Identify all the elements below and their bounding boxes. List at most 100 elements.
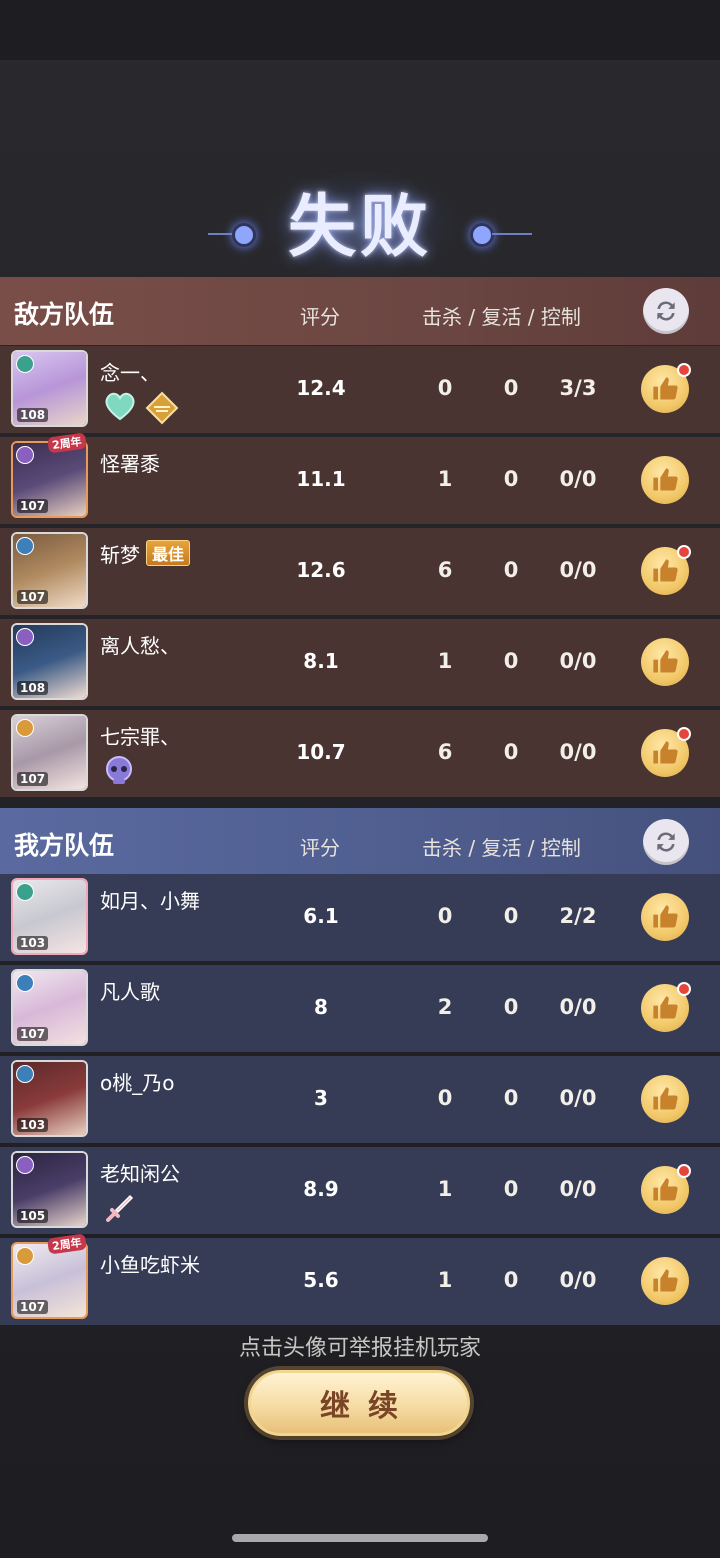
player-level: 107 <box>17 1300 49 1314</box>
enemy-team-label: 敌方队伍 <box>14 300 115 329</box>
ally-player-row: 107 凡人歌 8 2 0 0/0 <box>0 965 720 1052</box>
sword-medal-icon <box>106 1194 134 1222</box>
ally-player-row: 107 2周年 小鱼吃虾米 5.6 1 0 0/0 <box>0 1233 720 1325</box>
enemy-team-header: 敌方队伍 评分 击杀 / 复活 / 控制 <box>0 277 720 345</box>
player-controls: 0/0 <box>559 1086 597 1110</box>
player-score: 3 <box>314 1086 328 1110</box>
player-revives: 0 <box>503 740 519 764</box>
player-revives: 0 <box>503 1086 519 1110</box>
swap-view-button[interactable] <box>643 288 689 334</box>
player-kills: 1 <box>437 1177 453 1201</box>
player-controls: 0/0 <box>559 1268 597 1292</box>
thumbs-up-icon <box>653 1087 678 1110</box>
player-level: 103 <box>17 936 49 950</box>
player-avatar[interactable]: 107 <box>11 532 88 609</box>
thumbs-up-icon <box>653 996 678 1019</box>
player-revives: 0 <box>503 995 519 1019</box>
player-revives: 0 <box>503 467 519 491</box>
swap-view-button[interactable] <box>643 819 689 865</box>
player-name: 怪署黍 <box>100 452 160 476</box>
ally-player-row: 103 如月、小舞 6.1 0 0 2/2 <box>0 874 720 961</box>
best-player-badge: 最佳 <box>146 540 191 566</box>
like-button[interactable] <box>641 727 691 777</box>
ally-player-row: 103 o桃_乃o 3 0 0 0/0 <box>0 1056 720 1143</box>
home-indicator[interactable] <box>232 1534 488 1542</box>
player-avatar[interactable]: 103 <box>11 878 88 955</box>
player-score: 11.1 <box>296 467 346 491</box>
player-level: 108 <box>17 408 49 422</box>
player-controls: 0/0 <box>559 467 597 491</box>
thumbs-up-icon <box>653 905 678 928</box>
player-level: 107 <box>17 1027 49 1041</box>
ally-team-header: 我方队伍 评分 击杀 / 复活 / 控制 <box>0 808 720 876</box>
enemy-player-row: 107 七宗罪、 10.7 6 0 0/0 <box>0 710 720 797</box>
player-avatar[interactable]: 107 <box>11 1242 88 1319</box>
player-avatar[interactable]: 107 <box>11 714 88 791</box>
notification-dot <box>677 545 691 559</box>
player-score: 8.9 <box>303 1177 339 1201</box>
refresh-icon <box>657 301 675 321</box>
thumbs-up-icon <box>653 377 678 400</box>
like-button[interactable] <box>641 456 689 504</box>
notification-dot <box>677 982 691 996</box>
player-revives: 0 <box>503 1177 519 1201</box>
player-kills: 1 <box>437 467 453 491</box>
player-avatar[interactable]: 108 <box>11 350 88 427</box>
player-kills: 6 <box>437 558 453 582</box>
stats-column-header: 击杀 / 复活 / 控制 <box>422 305 581 329</box>
like-button[interactable] <box>641 638 689 686</box>
player-controls: 0/0 <box>559 649 597 673</box>
like-button[interactable] <box>641 1075 689 1123</box>
player-score: 12.4 <box>296 376 346 400</box>
player-name: 斩梦 最佳 <box>100 539 191 568</box>
thumbs-up-icon <box>653 741 678 764</box>
score-column-header: 评分 <box>300 836 340 860</box>
player-medals <box>102 1192 136 1226</box>
player-controls: 3/3 <box>559 376 597 400</box>
player-avatar[interactable]: 108 <box>11 623 88 700</box>
like-button[interactable] <box>641 893 689 941</box>
title-ornament-left <box>208 218 278 248</box>
like-button[interactable] <box>641 545 691 595</box>
skull-medal-icon <box>106 756 132 784</box>
refresh-icon <box>657 832 675 852</box>
player-score: 6.1 <box>303 904 339 928</box>
player-name: 小鱼吃虾米 <box>100 1253 200 1277</box>
enemy-player-row: 108 念一、 12.4 0 0 3/3 <box>0 346 720 433</box>
player-avatar[interactable]: 107 <box>11 969 88 1046</box>
notification-dot <box>677 727 691 741</box>
player-avatar[interactable]: 103 <box>11 1060 88 1137</box>
notification-dot <box>677 363 691 377</box>
like-button[interactable] <box>641 1164 691 1214</box>
ally-player-row: 105 老知闲公 8.9 1 0 0/0 <box>0 1147 720 1234</box>
shield-medal-icon <box>145 391 179 425</box>
continue-label: 继续 <box>320 1389 416 1424</box>
continue-button[interactable]: 继续 <box>248 1370 470 1436</box>
player-avatar[interactable]: 107 <box>11 441 88 518</box>
player-controls: 0/0 <box>559 1177 597 1201</box>
player-level: 107 <box>17 499 49 513</box>
player-kills: 2 <box>437 995 453 1019</box>
like-button[interactable] <box>641 982 691 1032</box>
player-level: 107 <box>17 590 49 604</box>
player-controls: 0/0 <box>559 740 597 764</box>
player-name: 念一、 <box>100 361 160 385</box>
player-kills: 0 <box>437 904 453 928</box>
like-button[interactable] <box>641 1257 689 1305</box>
report-hint-text: 点击头像可举报挂机玩家 <box>238 1336 481 1361</box>
player-avatar[interactable]: 105 <box>11 1151 88 1228</box>
player-score: 12.6 <box>296 558 346 582</box>
like-button[interactable] <box>641 363 691 413</box>
player-medals <box>102 755 136 787</box>
player-score: 10.7 <box>296 740 346 764</box>
player-kills: 1 <box>437 649 453 673</box>
player-name: 七宗罪、 <box>100 725 180 749</box>
player-name: o桃_乃o <box>100 1071 175 1095</box>
player-revives: 0 <box>503 649 519 673</box>
enemy-player-row: 107 2周年 怪署黍 11.1 1 0 0/0 <box>0 432 720 524</box>
thumbs-up-icon <box>653 650 678 673</box>
player-controls: 0/0 <box>559 558 597 582</box>
player-kills: 6 <box>437 740 453 764</box>
top-status-area <box>0 0 720 60</box>
score-column-header: 评分 <box>300 305 340 329</box>
